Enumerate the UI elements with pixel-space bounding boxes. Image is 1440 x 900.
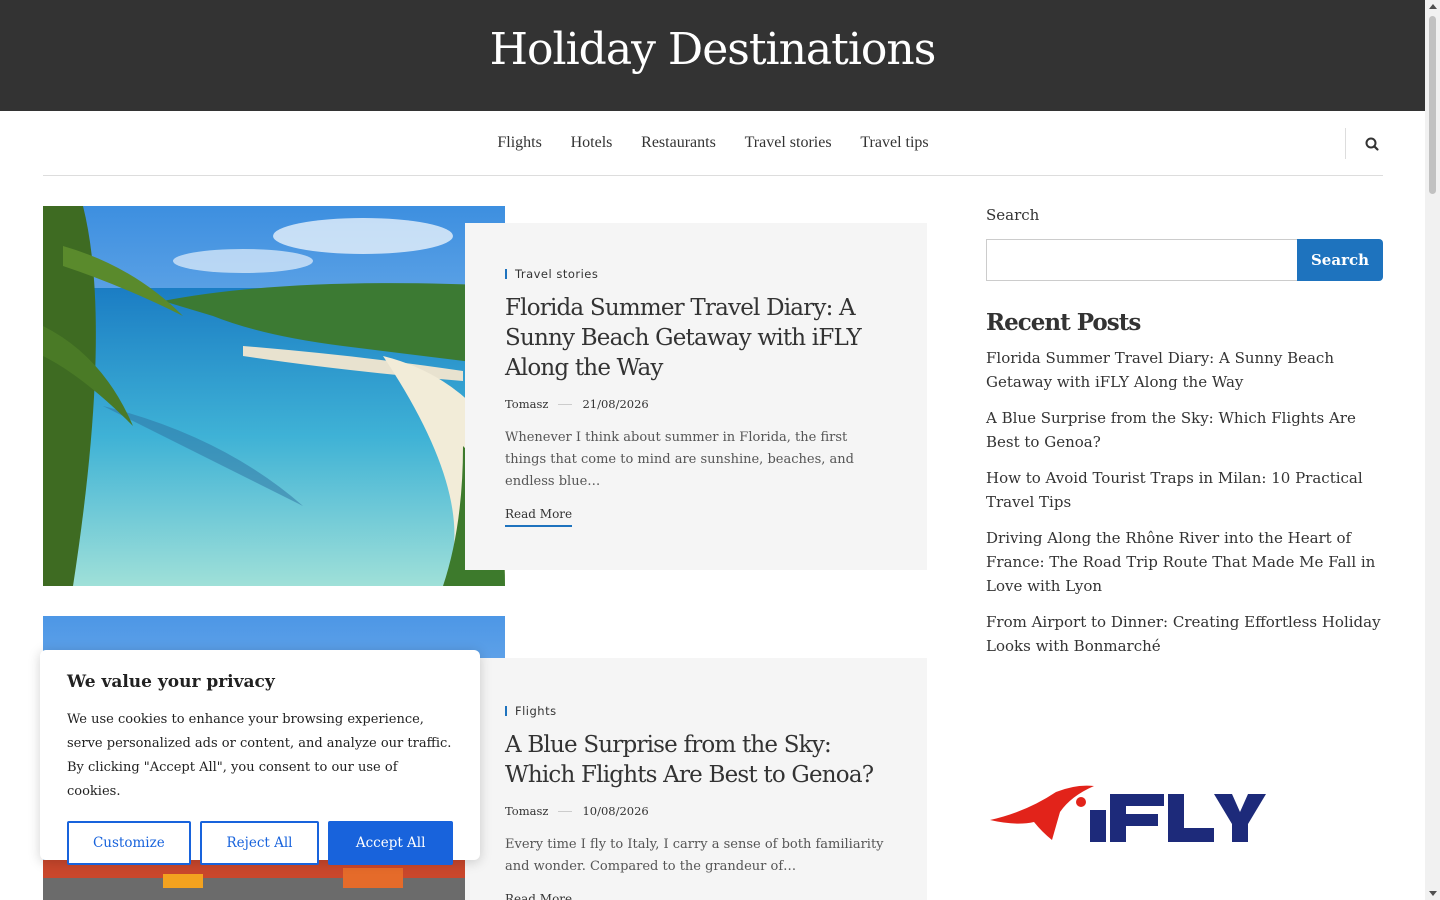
customize-button[interactable]: Customize [67,821,191,865]
ifly-ad-logo[interactable]: iFLY [986,782,1268,850]
nav-item-travel-tips[interactable]: Travel tips [860,134,928,152]
meta-separator [558,810,573,812]
scroll-up-arrow-icon[interactable] [1429,4,1437,9]
post-card: Travel stories Florida Summer Travel Dia… [43,206,927,586]
recent-post-link[interactable]: Driving Along the Rhône River into the H… [986,526,1383,598]
search-widget-label: Search [986,206,1040,224]
post-thumbnail-beach[interactable] [43,206,505,586]
search-icon[interactable] [1361,133,1383,155]
read-more-link[interactable]: Read More [505,892,572,900]
search-input[interactable] [986,239,1297,281]
nav-item-hotels[interactable]: Hotels [571,134,613,152]
nav-divider [1345,128,1346,159]
recent-post-link[interactable]: How to Avoid Tourist Traps in Milan: 10 … [986,466,1383,514]
ad-logo-text: iFLY [1268,782,1269,783]
post-excerpt: Every time I fly to Italy, I carry a sen… [505,837,884,874]
scroll-down-arrow-icon[interactable] [1429,891,1437,896]
reject-all-button[interactable]: Reject All [199,821,320,865]
post-category[interactable]: Flights [505,704,887,718]
recent-post-link[interactable]: Florida Summer Travel Diary: A Sunny Bea… [986,346,1383,394]
post-category[interactable]: Travel stories [505,267,887,281]
accept-all-button[interactable]: Accept All [328,821,453,865]
nav-menu: Flights Hotels Restaurants Travel storie… [43,133,1383,152]
scroll-thumb[interactable] [1429,16,1436,194]
recent-post-link[interactable]: From Airport to Dinner: Creating Effortl… [986,610,1383,658]
nav-item-restaurants[interactable]: Restaurants [641,134,716,152]
post-excerpt: Whenever I think about summer in Florida… [505,430,854,489]
site-title[interactable]: Holiday Destinations [0,24,1425,75]
cookie-title: We value your privacy [67,672,275,692]
recent-posts-list: Florida Summer Travel Diary: A Sunny Bea… [986,346,1383,658]
search-widget: Search [986,239,1383,281]
post-card-body: Flights A Blue Surprise from the Sky: Wh… [465,658,927,900]
nav-item-travel-stories[interactable]: Travel stories [745,134,832,152]
post-date: 21/08/2026 [582,397,649,411]
post-title[interactable]: Florida Summer Travel Diary: A Sunny Bea… [505,293,887,383]
nav-item-flights[interactable]: Flights [497,134,541,152]
post-card-body: Travel stories Florida Summer Travel Dia… [465,223,927,570]
recent-posts-title: Recent Posts [986,309,1141,336]
post-author[interactable]: Tomasz [505,804,548,818]
meta-separator [558,403,573,405]
page-scrollbar[interactable] [1425,0,1440,900]
site-header: Holiday Destinations [0,0,1425,111]
post-date: 10/08/2026 [582,804,649,818]
cookie-text: We use cookies to enhance your browsing … [67,712,452,799]
post-author[interactable]: Tomasz [505,397,548,411]
read-more-link[interactable]: Read More [505,507,573,527]
cookie-consent-banner: We value your privacy We use cookies to … [40,650,480,865]
post-title[interactable]: A Blue Surprise from the Sky: Which Flig… [505,730,887,790]
search-button[interactable]: Search [1297,239,1383,281]
post-meta: Tomasz 10/08/2026 [505,804,887,818]
cookie-buttons: Customize Reject All Accept All [67,821,453,865]
main-nav: Flights Hotels Restaurants Travel storie… [43,111,1383,176]
sidebar: Search Search Recent Posts Florida Summe… [986,206,1383,670]
recent-post-link[interactable]: A Blue Surprise from the Sky: Which Flig… [986,406,1383,454]
post-meta: Tomasz 21/08/2026 [505,397,887,411]
